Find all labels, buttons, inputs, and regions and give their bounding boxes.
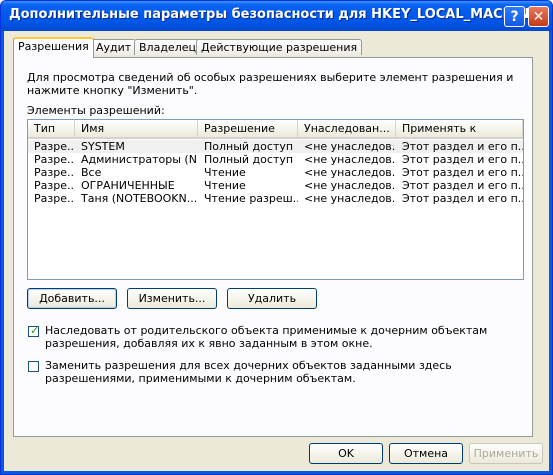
help-button[interactable]: ? [504,6,525,27]
replace-checkbox[interactable] [28,361,39,372]
permissions-panel: Для просмотра сведений об особых разреше… [13,57,533,437]
cell-inherited: <не унаследов... [304,179,396,192]
inherit-checkbox-label[interactable]: Наследовать от родительского объекта при… [45,324,515,350]
cell-name: SYSTEM [81,140,125,153]
ok-button[interactable]: OK [309,443,383,464]
cell-name: Все [81,166,102,179]
inherit-checkbox[interactable]: ✓ [28,324,40,337]
close-button[interactable]: ✕ [528,6,549,27]
tab-effective-permissions[interactable]: Действующие разрешения [196,39,363,55]
cell-inherited: <не унаследов... [304,153,396,166]
column-header-permission[interactable]: Разрешение [198,120,298,137]
cell-permission: Чтение [204,179,246,192]
dialog-window: Дополнительные параметры безопасности дл… [0,0,553,475]
column-header-inherited[interactable]: Унаследован... [298,120,396,137]
cell-apply-to: Этот раздел и его п... [402,166,523,179]
column-header-apply-to[interactable]: Применять к [396,120,523,137]
cell-permission: Полный доступ [204,140,294,153]
replace-checkbox-label[interactable]: Заменить разрешения для всех дочерних об… [45,359,515,385]
cell-name: Таня (NOTEBOOKN... [81,192,198,205]
list-header: Тип Имя Разрешение Унаследован... Примен… [28,120,523,139]
title-bar[interactable]: Дополнительные параметры безопасности дл… [1,1,552,31]
window-title: Дополнительные параметры безопасности дл… [9,7,539,22]
cell-type: Разре... [34,179,75,192]
permission-entries-list[interactable]: Тип Имя Разрешение Унаследован... Примен… [27,119,524,280]
cell-type: Разре... [34,192,75,205]
cell-inherited: <не унаследов... [304,140,396,153]
column-header-type[interactable]: Тип [28,120,75,137]
cell-inherited: <не унаследов... [304,166,396,179]
list-row[interactable]: Разре... Таня (NOTEBOOKN... Чтение разре… [28,192,523,205]
add-button[interactable]: Добавить... [27,288,117,309]
cell-permission: Чтение разреш... [204,192,298,205]
cell-apply-to: Этот раздел и его п... [402,140,523,153]
cell-permission: Полный доступ [204,153,294,166]
tab-permissions[interactable]: Разрешения [13,37,94,58]
cell-type: Разре... [34,153,75,166]
tab-audit[interactable]: Аудит [91,39,137,55]
cell-apply-to: Этот раздел и его п... [402,192,523,205]
cell-name: ОГРАНИЧЕННЫЕ [81,179,175,192]
checkmark-icon: ✓ [30,324,40,337]
tab-owner[interactable]: Владелец [134,39,201,55]
edit-button[interactable]: Изменить... [127,288,217,309]
dialog-client: Разрешения Аудит Владелец Действующие ра… [4,31,549,471]
list-row[interactable]: Разре... Администраторы (N... Полный дос… [28,153,523,166]
cell-inherited: <не унаследов... [304,192,396,205]
column-header-name[interactable]: Имя [75,120,198,137]
remove-button[interactable]: Удалить [227,288,317,309]
cell-apply-to: Этот раздел и его п... [402,153,523,166]
list-row[interactable]: Разре... ОГРАНИЧЕННЫЕ Чтение <не унаслед… [28,179,523,192]
list-row[interactable]: Разре... Все Чтение <не унаследов... Это… [28,166,523,179]
cell-type: Разре... [34,140,75,153]
panel-description: Для просмотра сведений об особых разреше… [27,71,514,97]
list-row[interactable]: Разре... SYSTEM Полный доступ <не унасле… [28,140,523,153]
cell-apply-to: Этот раздел и его п... [402,179,523,192]
cell-permission: Чтение [204,166,246,179]
cell-name: Администраторы (N... [81,153,198,166]
apply-button[interactable]: Применить [469,443,543,464]
entries-label: Элементы разрешений: [27,104,165,117]
cell-type: Разре... [34,166,75,179]
cancel-button[interactable]: Отмена [389,443,463,464]
